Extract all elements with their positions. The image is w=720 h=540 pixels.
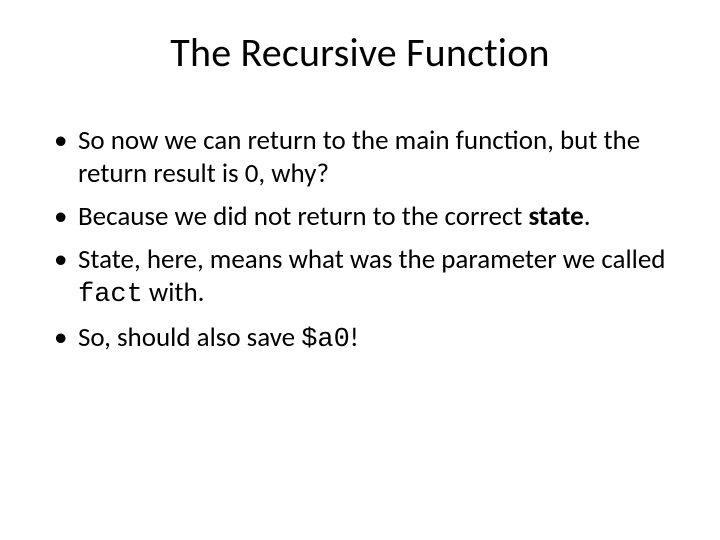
bullet-text-bold: state bbox=[528, 200, 583, 233]
slide-title: The Recursive Function bbox=[50, 28, 670, 77]
bullet-text-code: $a0 bbox=[301, 325, 350, 355]
list-item: State, here, means what was the paramete… bbox=[50, 244, 670, 312]
bullet-text: ! bbox=[350, 321, 359, 354]
bullet-text: with. bbox=[143, 276, 205, 309]
list-item: So now we can return to the main functio… bbox=[50, 125, 670, 191]
bullet-text: So, should also save bbox=[78, 321, 301, 354]
list-item: Because we did not return to the correct… bbox=[50, 201, 670, 234]
list-item: So, should also save $a0! bbox=[50, 322, 670, 357]
bullet-text: So now we can return to the main functio… bbox=[78, 124, 640, 190]
bullet-text-code: fact bbox=[78, 280, 143, 310]
bullet-list: So now we can return to the main functio… bbox=[50, 125, 670, 357]
bullet-text: State, here, means what was the paramete… bbox=[78, 243, 665, 276]
slide: The Recursive Function So now we can ret… bbox=[0, 0, 720, 540]
bullet-text: . bbox=[584, 200, 591, 233]
bullet-text: Because we did not return to the correct bbox=[78, 200, 528, 233]
